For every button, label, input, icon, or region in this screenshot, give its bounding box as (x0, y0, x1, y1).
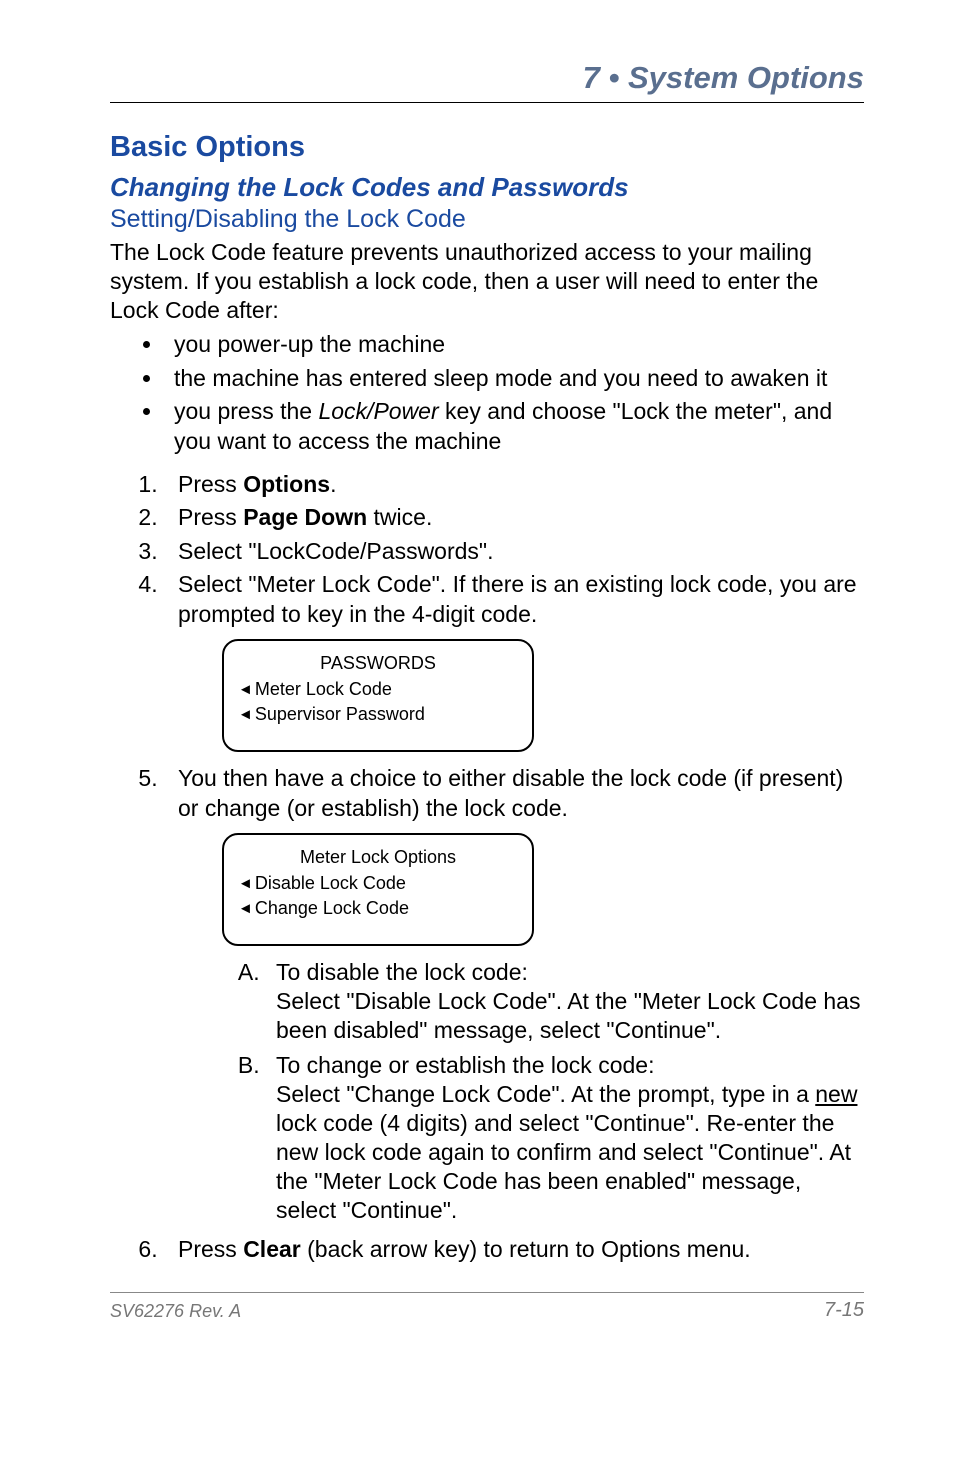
bullet-lock-power: you press the Lock/Power key and choose … (164, 397, 864, 456)
screen-row-supervisor: Supervisor Password (238, 702, 518, 726)
step-text-pre: Press (178, 504, 243, 530)
screen-meter-lock-options: Meter Lock Options Disable Lock Code Cha… (222, 833, 534, 946)
sub-body-post: lock code (4 digits) and select "Continu… (276, 1110, 851, 1223)
step-page-down: Press Page Down twice. (164, 503, 864, 532)
chapter-header: 7 • System Options (110, 60, 864, 96)
sub-disable: To disable the lock code: Select "Disabl… (266, 958, 864, 1045)
step-press-clear: Press Clear (back arrow key) to return t… (164, 1235, 864, 1264)
header-rule (110, 102, 864, 103)
sub-body-pre: Select "Change Lock Code". At the prompt… (276, 1081, 815, 1107)
sub-list: To disable the lock code: Select "Disabl… (178, 958, 864, 1225)
bullet-list: you power-up the machine the machine has… (110, 330, 864, 456)
options-key-name: Options (243, 471, 330, 497)
intro-paragraph: The Lock Code feature prevents unauthori… (110, 238, 864, 324)
bullet-text-pre: you press the (174, 398, 318, 424)
screen-row-disable: Disable Lock Code (238, 871, 518, 895)
screen-passwords: PASSWORDS Meter Lock Code Supervisor Pas… (222, 639, 534, 752)
clear-key-name: Clear (243, 1236, 301, 1262)
sub-title: To disable the lock code: (276, 959, 528, 985)
screen-title: PASSWORDS (238, 651, 518, 675)
page-down-key-name: Page Down (243, 504, 367, 530)
step-text-post: twice. (367, 504, 432, 530)
step-choice: You then have a choice to either disable… (164, 764, 864, 1224)
footer-doc-id: SV62276 Rev. A (110, 1301, 241, 1322)
sub-change: To change or establish the lock code: Se… (266, 1051, 864, 1225)
page-container: 7 • System Options Basic Options Changin… (0, 0, 954, 1362)
numbered-steps: Press Options. Press Page Down twice. Se… (110, 470, 864, 1264)
footer-page-number: 7-15 (824, 1299, 864, 1322)
step-text: You then have a choice to either disable… (178, 765, 843, 820)
screen-row-change: Change Lock Code (238, 896, 518, 920)
heading-changing-lock-codes: Changing the Lock Codes and Passwords (110, 172, 864, 203)
sub-body: Select "Disable Lock Code". At the "Mete… (276, 988, 860, 1043)
step-text-pre: Press (178, 1236, 243, 1262)
screen-row-meter-lock: Meter Lock Code (238, 677, 518, 701)
page-footer: SV62276 Rev. A 7-15 (110, 1292, 864, 1322)
heading-setting-disabling: Setting/Disabling the Lock Code (110, 205, 864, 234)
step-text-pre: Press (178, 471, 243, 497)
step-text: Select "Meter Lock Code". If there is an… (178, 571, 857, 626)
bullet-power-up: you power-up the machine (164, 330, 864, 359)
step-text-post: (back arrow key) to return to Options me… (301, 1236, 751, 1262)
heading-basic-options: Basic Options (110, 131, 864, 164)
step-select-meter-lock: Select "Meter Lock Code". If there is an… (164, 570, 864, 752)
lock-power-key-name: Lock/Power (318, 398, 438, 424)
bullet-sleep-mode: the machine has entered sleep mode and y… (164, 364, 864, 393)
step-select-lockcode: Select "LockCode/Passwords". (164, 537, 864, 566)
sub-body-new: new (815, 1081, 857, 1107)
sub-title: To change or establish the lock code: (276, 1052, 654, 1078)
step-text-post: . (330, 471, 336, 497)
step-press-options: Press Options. (164, 470, 864, 499)
screen-title: Meter Lock Options (238, 845, 518, 869)
